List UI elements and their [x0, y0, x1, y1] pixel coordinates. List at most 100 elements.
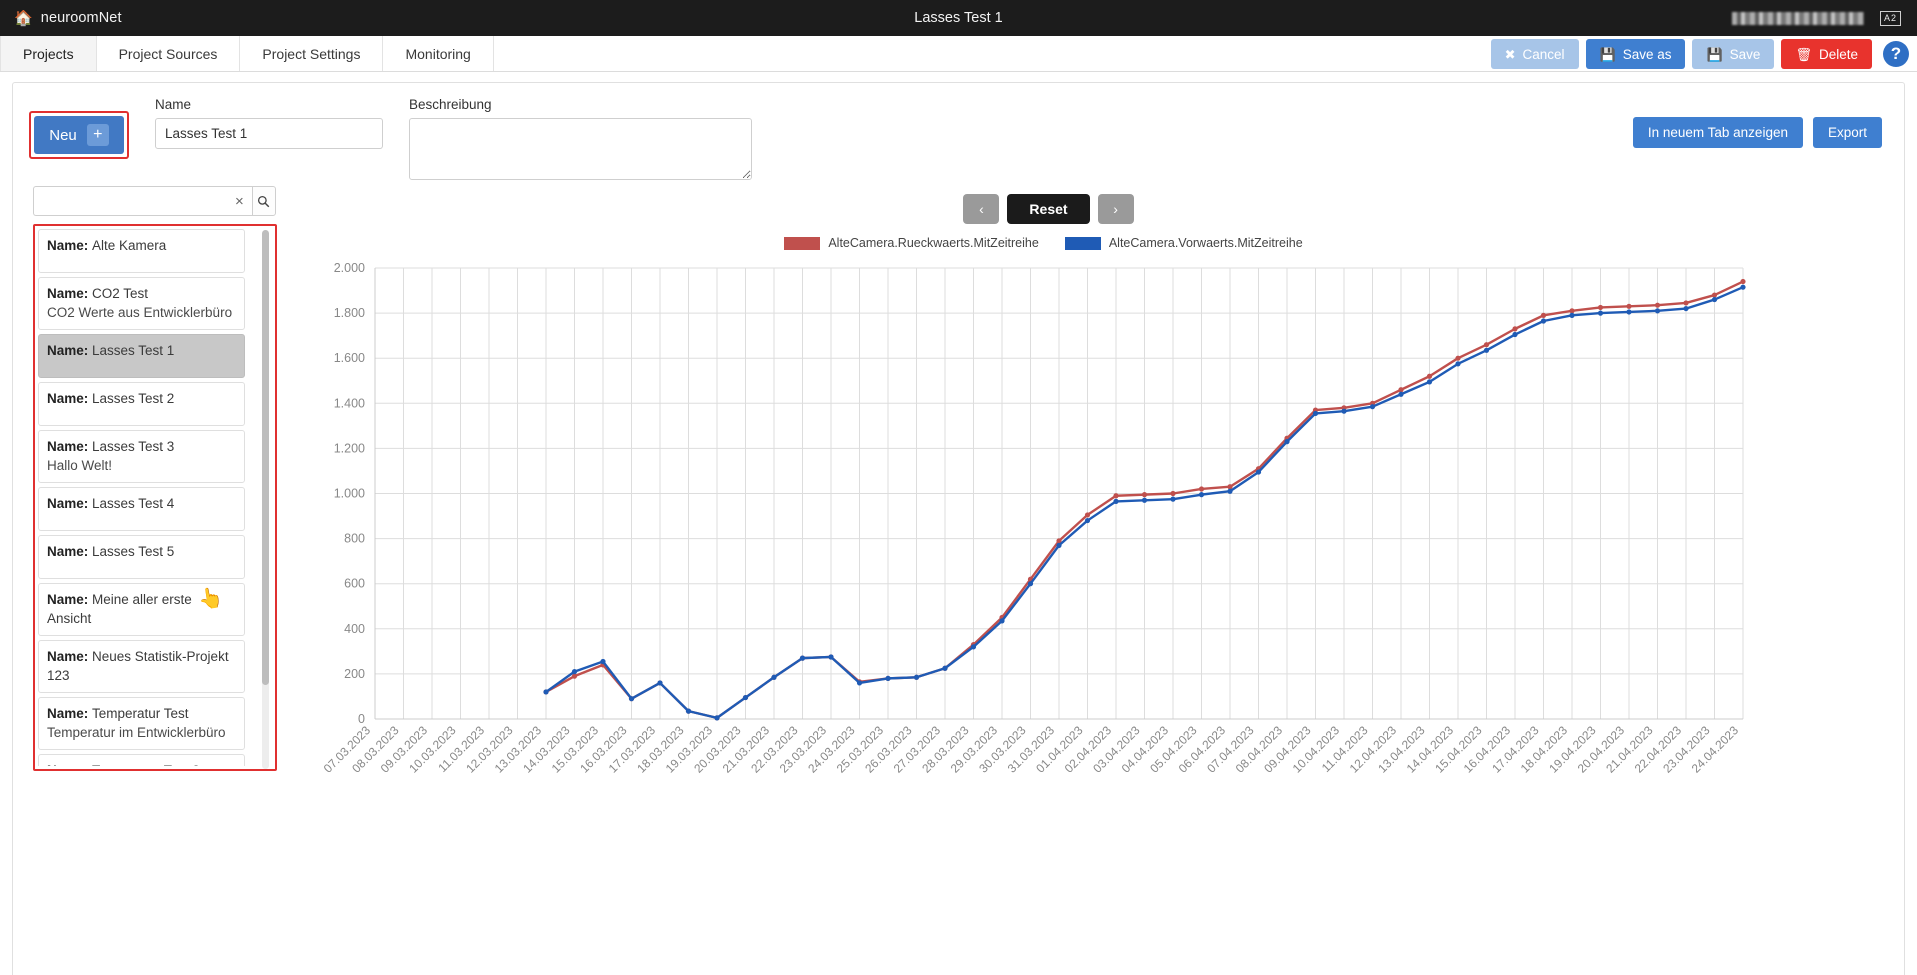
- list-item[interactable]: Name: Lasses Test 5: [38, 535, 245, 579]
- export-button[interactable]: Export: [1813, 117, 1882, 148]
- data-point[interactable]: [1626, 304, 1631, 309]
- data-point[interactable]: [1028, 581, 1033, 586]
- list-item[interactable]: Name: Temperatur TestTemperatur im Entwi…: [38, 697, 245, 750]
- data-point[interactable]: [1455, 356, 1460, 361]
- data-point[interactable]: [1598, 305, 1603, 310]
- data-point[interactable]: [800, 656, 805, 661]
- data-point[interactable]: [1170, 497, 1175, 502]
- data-point[interactable]: [885, 676, 890, 681]
- language-switch-icon[interactable]: A2: [1880, 11, 1901, 26]
- data-point[interactable]: [1170, 491, 1175, 496]
- data-point[interactable]: [1626, 309, 1631, 314]
- project-list[interactable]: Name: Alte KameraName: CO2 TestCO2 Werte…: [38, 229, 273, 766]
- data-point[interactable]: [1569, 313, 1574, 318]
- data-point[interactable]: [1199, 492, 1204, 497]
- data-point[interactable]: [1113, 493, 1118, 498]
- data-point[interactable]: [971, 644, 976, 649]
- document-title: Lasses Test 1: [0, 10, 1917, 26]
- data-point[interactable]: [828, 654, 833, 659]
- data-point[interactable]: [743, 695, 748, 700]
- data-point[interactable]: [1740, 285, 1745, 290]
- data-point[interactable]: [1541, 318, 1546, 323]
- data-point[interactable]: [771, 675, 776, 680]
- legend-item[interactable]: AlteCamera.Vorwaerts.MitZeitreihe: [1065, 236, 1303, 250]
- project-list-column: × Name: Alte KameraName: CO2 TestCO2 Wer…: [13, 186, 313, 894]
- data-point[interactable]: [1398, 387, 1403, 392]
- data-point[interactable]: [1085, 518, 1090, 523]
- data-point[interactable]: [1655, 303, 1660, 308]
- list-item[interactable]: Name: Lasses Test 3Hallo Welt!: [38, 430, 245, 483]
- description-textarea[interactable]: [409, 118, 752, 180]
- list-item[interactable]: Name: Neues Statistik-Projekt 123: [38, 640, 245, 693]
- data-point[interactable]: [1427, 374, 1432, 379]
- data-point[interactable]: [1313, 411, 1318, 416]
- data-point[interactable]: [572, 669, 577, 674]
- data-point[interactable]: [1740, 279, 1745, 284]
- chart-prev-button[interactable]: ‹: [963, 194, 999, 224]
- data-point[interactable]: [600, 659, 605, 664]
- data-point[interactable]: [1370, 404, 1375, 409]
- data-point[interactable]: [1512, 326, 1517, 331]
- data-point[interactable]: [1256, 469, 1261, 474]
- brand-area[interactable]: 🏠 neuroomNet: [14, 10, 122, 26]
- data-point[interactable]: [1085, 512, 1090, 517]
- line-chart[interactable]: 02004006008001.0001.2001.4001.6001.8002.…: [313, 254, 1873, 894]
- data-point[interactable]: [1142, 492, 1147, 497]
- data-point[interactable]: [857, 680, 862, 685]
- cancel-button[interactable]: ✖ Cancel: [1491, 39, 1579, 69]
- list-item[interactable]: Name: CO2 TestCO2 Werte aus Entwicklerbü…: [38, 277, 245, 330]
- user-account-label[interactable]: [1732, 12, 1864, 25]
- data-point[interactable]: [942, 666, 947, 671]
- data-point[interactable]: [714, 715, 719, 720]
- data-point[interactable]: [1398, 392, 1403, 397]
- data-point[interactable]: [1284, 439, 1289, 444]
- list-item-name-prefix: Name:: [47, 649, 92, 664]
- data-point[interactable]: [1683, 306, 1688, 311]
- tab-project-sources[interactable]: Project Sources: [97, 36, 241, 71]
- list-scrollbar-thumb[interactable]: [262, 230, 269, 685]
- chart-next-button[interactable]: ›: [1098, 194, 1134, 224]
- data-point[interactable]: [1712, 297, 1717, 302]
- list-item[interactable]: Name: Meine aller erste Ansicht: [38, 583, 245, 636]
- delete-button[interactable]: 🗑 Delete: [1781, 39, 1872, 69]
- tab-project-settings[interactable]: Project Settings: [240, 36, 383, 71]
- list-item[interactable]: Name: Lasses Test 1: [38, 334, 245, 378]
- data-point[interactable]: [1569, 308, 1574, 313]
- data-point[interactable]: [629, 696, 634, 701]
- data-point[interactable]: [1341, 409, 1346, 414]
- data-point[interactable]: [1655, 308, 1660, 313]
- data-point[interactable]: [1712, 292, 1717, 297]
- data-point[interactable]: [1484, 348, 1489, 353]
- name-input[interactable]: [155, 118, 383, 149]
- save-as-button[interactable]: 💾 Save as: [1586, 39, 1686, 69]
- data-point[interactable]: [999, 618, 1004, 623]
- data-point[interactable]: [1683, 300, 1688, 305]
- new-project-button[interactable]: Neu +: [34, 116, 124, 154]
- data-point[interactable]: [543, 689, 548, 694]
- list-item[interactable]: Name: Temperatur Test 2Temperatur im Ent…: [38, 754, 245, 766]
- data-point[interactable]: [1056, 543, 1061, 548]
- list-item[interactable]: Name: Lasses Test 2: [38, 382, 245, 426]
- data-point[interactable]: [1427, 379, 1432, 384]
- data-point[interactable]: [1227, 484, 1232, 489]
- data-point[interactable]: [1484, 342, 1489, 347]
- save-button[interactable]: 💾 Save: [1692, 39, 1774, 69]
- data-point[interactable]: [1598, 311, 1603, 316]
- tab-projects[interactable]: Projects: [0, 36, 97, 71]
- data-point[interactable]: [1142, 498, 1147, 503]
- data-point[interactable]: [1227, 489, 1232, 494]
- open-in-new-tab-button[interactable]: In neuem Tab anzeigen: [1633, 117, 1803, 148]
- list-item[interactable]: Name: Lasses Test 4: [38, 487, 245, 531]
- tab-monitoring[interactable]: Monitoring: [383, 36, 493, 71]
- chart-reset-button[interactable]: Reset: [1007, 194, 1089, 224]
- data-point[interactable]: [1113, 499, 1118, 504]
- data-point[interactable]: [1512, 332, 1517, 337]
- data-point[interactable]: [1541, 313, 1546, 318]
- data-point[interactable]: [1199, 486, 1204, 491]
- data-point[interactable]: [657, 680, 662, 685]
- data-point[interactable]: [1455, 361, 1460, 366]
- help-icon[interactable]: ?: [1883, 41, 1909, 67]
- data-point[interactable]: [914, 675, 919, 680]
- data-point[interactable]: [686, 709, 691, 714]
- legend-item[interactable]: AlteCamera.Rueckwaerts.MitZeitreihe: [784, 236, 1039, 250]
